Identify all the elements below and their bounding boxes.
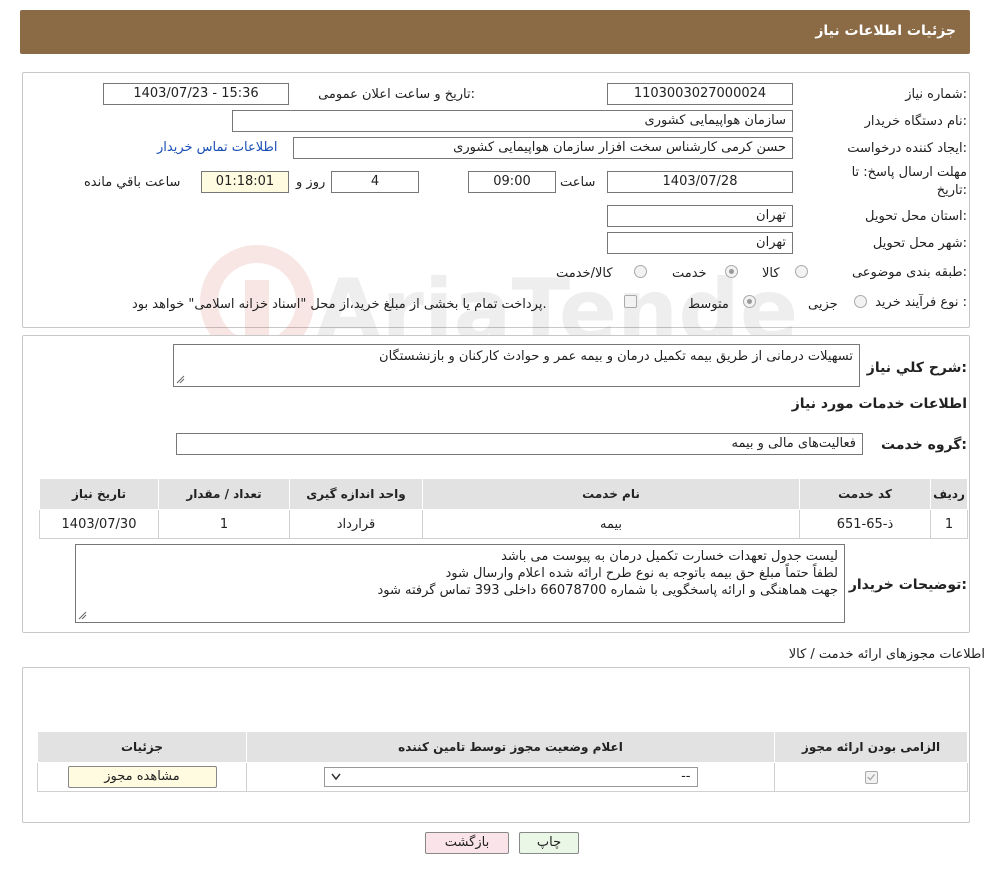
table-row: 1 ذ-65-651 بیمه قرارداد 1 1403/07/30: [39, 509, 968, 539]
cell-unit: قرارداد: [289, 509, 423, 539]
buyer-notes-label: توضیحات خریدار:: [848, 577, 967, 593]
cell-status: --: [246, 762, 775, 792]
permit-status-select[interactable]: --: [323, 767, 698, 787]
permit-status-value: --: [681, 769, 691, 784]
process-option-medium: متوسط: [688, 297, 729, 312]
category-radio-service[interactable]: [725, 265, 738, 278]
need-number-label: شماره نیاز:: [905, 87, 967, 102]
cell-name: بیمه: [422, 509, 800, 539]
resize-handle-icon[interactable]: [176, 375, 185, 384]
services-table-header: ردیف کد خدمت نام خدمت واحد اندازه گیری ت…: [39, 478, 968, 510]
col-qty-header: تعداد / مقدار: [158, 478, 290, 510]
province-field: تهران: [607, 205, 793, 227]
process-label: نوع فرآیند خرید :: [875, 295, 967, 310]
print-button[interactable]: چاپ: [519, 832, 579, 854]
table-row: -- مشاهده مجوز: [37, 762, 968, 792]
category-option-service: خدمت: [672, 266, 707, 281]
col-code-header: کد خدمت: [799, 478, 931, 510]
summary-label: شرح کلي نياز:: [866, 360, 967, 376]
cell-row: 1: [930, 509, 968, 539]
city-field: تهران: [607, 232, 793, 254]
deadline-time-field: 09:00: [468, 171, 556, 193]
services-table: ردیف کد خدمت نام خدمت واحد اندازه گیری ت…: [39, 478, 968, 539]
summary-textarea: تسهیلات درمانی از طریق بیمه تکمیل درمان …: [173, 344, 860, 387]
treasury-payment-checkbox[interactable]: [624, 295, 637, 308]
cell-required: [774, 762, 968, 792]
permits-section-title: اطلاعات مجوزهای ارائه خدمت / کالا: [788, 647, 985, 662]
check-icon: [866, 773, 875, 781]
deadline-label-date: تاریخ:: [936, 183, 967, 198]
category-radio-goods[interactable]: [795, 265, 808, 278]
permits-table-header: الزامی بودن ارائه مجوز اعلام وضعیت مجوز …: [37, 731, 968, 763]
cell-date: 1403/07/30: [39, 509, 159, 539]
process-radio-minor[interactable]: [854, 295, 867, 308]
deadline-label: مهلت ارسال پاسخ: تا: [851, 165, 967, 180]
category-option-goods-service: کالا/خدمت: [556, 266, 613, 281]
services-section-title: اطلاعات خدمات مورد نیاز: [791, 396, 967, 412]
buyer-note-line-3: جهت هماهنگی و ارائه پاسخگویی با شماره 66…: [377, 583, 838, 598]
col-details-header: جزئیات: [37, 731, 247, 763]
permit-required-checkbox: [864, 770, 878, 784]
page-header: جزئیات اطلاعات نیاز: [20, 10, 970, 54]
chevron-down-icon: [330, 773, 341, 781]
treasury-payment-note: پرداخت تمام یا بخشی از مبلغ خرید،از محل …: [132, 297, 547, 312]
days-field: 4: [331, 171, 419, 193]
col-date-header: تاریخ نیاز: [39, 478, 159, 510]
announce-field: 1403/07/23 - 15:36: [103, 83, 289, 105]
col-required-header: الزامی بودن ارائه مجوز: [774, 731, 968, 763]
remaining-time-field: 01:18:01: [201, 171, 289, 193]
permits-table: الزامی بودن ارائه مجوز اعلام وضعیت مجوز …: [37, 731, 968, 792]
summary-text: تسهیلات درمانی از طریق بیمه تکمیل درمان …: [379, 349, 853, 364]
col-name-header: نام خدمت: [422, 478, 800, 510]
cell-qty: 1: [158, 509, 290, 539]
province-label: استان محل تحویل:: [865, 209, 967, 224]
cell-details: مشاهده مجوز: [37, 762, 247, 792]
process-radio-medium[interactable]: [743, 295, 756, 308]
back-button[interactable]: بازگشت: [425, 832, 509, 854]
category-option-goods: کالا: [762, 266, 780, 281]
category-radio-goods-service[interactable]: [634, 265, 647, 278]
buyer-note-line-2: لطفاً حتماً مبلغ حق بیمه باتوجه به نوع ط…: [445, 566, 839, 581]
col-status-header: اعلام وضعیت مجوز توسط تامین کننده: [246, 731, 775, 763]
deadline-date-field: 1403/07/28: [607, 171, 793, 193]
buyer-contact-link[interactable]: اطلاعات تماس خریدار: [157, 140, 277, 155]
process-option-minor: جزیی: [808, 297, 838, 312]
city-label: شهر محل تحویل:: [872, 236, 967, 251]
resize-handle-icon[interactable]: [78, 611, 87, 620]
service-group-label: گروه خدمت:: [881, 437, 967, 453]
creator-field: حسن کرمی کارشناس سخت افزار سازمان هواپیم…: [293, 137, 793, 159]
category-label: طبقه بندی موضوعی:: [851, 265, 967, 280]
remaining-label: ساعت باقي مانده: [84, 175, 181, 190]
need-number-field: 1103003027000024: [607, 83, 793, 105]
buyer-org-field: سازمان هواپیمایی کشوری: [232, 110, 793, 132]
deadline-time-label: ساعت: [560, 175, 596, 190]
cell-code: ذ-65-651: [799, 509, 931, 539]
col-row-header: ردیف: [930, 478, 968, 510]
col-unit-header: واحد اندازه گیری: [289, 478, 423, 510]
buyer-org-label: نام دستگاه خریدار:: [864, 114, 967, 129]
buyer-notes-textarea: لیست جدول تعهدات خسارت تکمیل درمان به پی…: [75, 544, 845, 623]
page-title: جزئیات اطلاعات نیاز: [815, 23, 956, 39]
creator-label: ایجاد کننده درخواست:: [847, 141, 967, 156]
service-group-field: فعالیت‌های مالی و بیمه: [176, 433, 863, 455]
view-permit-button[interactable]: مشاهده مجوز: [67, 766, 217, 788]
buyer-note-line-1: لیست جدول تعهدات خسارت تکمیل درمان به پی…: [501, 549, 838, 564]
announce-label: تاریخ و ساعت اعلان عمومی:: [318, 87, 475, 102]
days-label: روز و: [296, 175, 326, 190]
